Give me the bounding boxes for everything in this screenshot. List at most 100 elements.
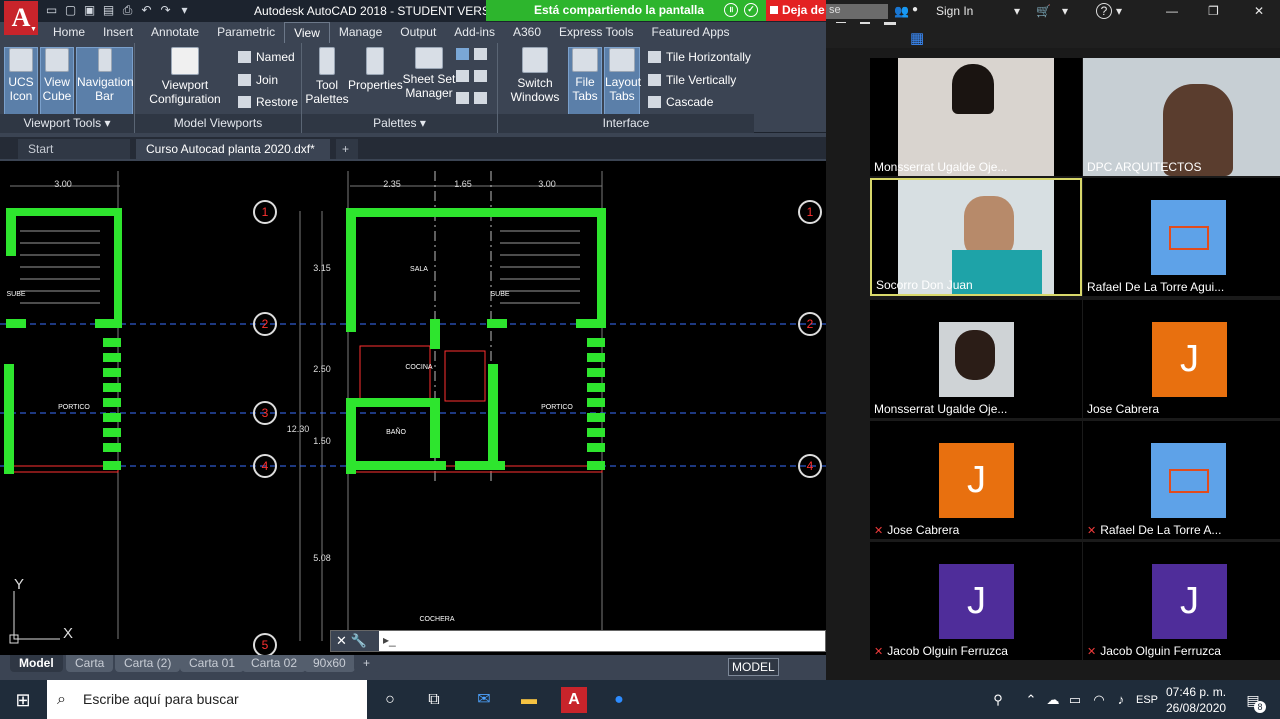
layout-tabs-button[interactable]: Layout Tabs <box>604 47 641 115</box>
people-icon[interactable]: ⚲ <box>985 687 1011 713</box>
app-menu-chevron-icon[interactable]: ▼ <box>30 26 37 33</box>
file-explorer-icon[interactable]: ▬ <box>516 687 542 713</box>
save-as-icon[interactable]: ▤ <box>101 3 116 18</box>
tab-annotate[interactable]: Annotate <box>142 22 208 43</box>
ucs-icon <box>9 48 33 72</box>
participant-name: Jose Cabrera <box>1087 402 1160 416</box>
customize-icon[interactable]: ▾ <box>177 3 192 18</box>
dropdown-chevron-icon[interactable]: ▾ <box>1014 4 1020 18</box>
tab-a360[interactable]: A360 <box>504 22 550 43</box>
cortana-icon[interactable]: ○ <box>377 687 403 713</box>
search-field[interactable]: se <box>826 4 888 19</box>
tool-palettes-button[interactable]: Tool Palettes <box>304 47 350 106</box>
ucs-icon-button[interactable]: UCS Icon <box>4 47 38 115</box>
layout-tab-carta-2[interactable]: Carta (2) <box>115 655 181 672</box>
panel-title-palettes[interactable]: Palettes ▾ <box>302 114 497 133</box>
new-file-icon[interactable]: ▭ <box>44 3 59 18</box>
viewport-icon <box>171 47 199 75</box>
named-button[interactable]: Named <box>238 50 295 64</box>
tab-add-ins[interactable]: Add-ins <box>445 22 504 43</box>
tab-featured-apps[interactable]: Featured Apps <box>643 22 739 43</box>
view-cube-button[interactable]: View Cube <box>40 47 74 115</box>
tab-home[interactable]: Home <box>44 22 94 43</box>
stop-share-button[interactable]: Deja de <box>766 0 826 21</box>
cascade-button[interactable]: Cascade <box>648 95 713 109</box>
window-close-icon[interactable]: ✕ <box>1254 4 1264 18</box>
participant-name-row: ✕ Jose Cabrera <box>874 523 959 537</box>
layout-tab-carta[interactable]: Carta <box>66 655 114 672</box>
battery-icon[interactable]: ▭ <box>1062 687 1088 713</box>
security-check-icon[interactable]: ✓ <box>744 3 758 17</box>
panel-title-viewport-tools[interactable]: Viewport Tools ▾ <box>0 114 134 133</box>
autocad-taskbar-icon[interactable]: A <box>561 687 587 713</box>
tab-parametric[interactable]: Parametric <box>208 22 284 43</box>
sign-in-link[interactable]: Sign In <box>936 4 973 18</box>
pause-share-icon[interactable]: ॥ <box>724 3 738 17</box>
palette-small-icon-3[interactable] <box>456 91 492 105</box>
tile-vertically-button[interactable]: Tile Vertically <box>648 73 736 87</box>
tab-manage[interactable]: Manage <box>330 22 391 43</box>
gallery-grid-icon[interactable]: ▦ <box>910 31 924 46</box>
navigation-bar-button[interactable]: Navigation Bar <box>76 47 134 115</box>
file-tab-drawing[interactable]: Curso Autocad planta 2020.dxf* × <box>136 139 330 176</box>
participant-tile[interactable]: Monsserrat Ugalde Oje... <box>870 300 1082 418</box>
language-indicator[interactable]: ESP <box>1130 687 1164 713</box>
palette-small-icon-1[interactable] <box>456 47 492 61</box>
cart-icon[interactable]: 🛒 <box>1036 4 1051 18</box>
taskbar-search-box[interactable]: ⌕ Escribe aquí para buscar <box>47 680 367 719</box>
redo-icon[interactable]: ↷ <box>158 3 173 18</box>
tab-express-tools[interactable]: Express Tools <box>550 22 642 43</box>
tab-output[interactable]: Output <box>391 22 445 43</box>
layout-tab-90x60[interactable]: 90x60 <box>304 655 355 672</box>
layout-tab-carta-02[interactable]: Carta 02 <box>242 655 307 672</box>
switch-windows-button[interactable]: Switch Windows <box>506 47 564 104</box>
participant-tile[interactable]: J ✕ Jacob Olguin Ferruzca <box>1083 542 1280 660</box>
participant-tile[interactable]: DPC ARQUITECTOS <box>1083 58 1280 176</box>
open-folder-icon[interactable]: ▢ <box>63 3 78 18</box>
properties-button[interactable]: Properties <box>348 47 403 92</box>
clock[interactable]: 07:46 p. m. 26/08/2020 <box>1166 684 1226 716</box>
user-icon[interactable]: ● <box>912 4 918 15</box>
palette-small-icon-2[interactable] <box>456 69 492 83</box>
save-icon[interactable]: ▣ <box>82 3 97 18</box>
tab-insert[interactable]: Insert <box>94 22 142 43</box>
task-view-icon[interactable]: ⧉ <box>421 687 447 713</box>
layout-tab-model[interactable]: Model <box>10 655 63 672</box>
layout-tab-carta-01[interactable]: Carta 01 <box>180 655 245 672</box>
help-icon[interactable]: ? <box>1096 3 1112 19</box>
windows-start-icon[interactable]: ⊞ <box>10 687 36 713</box>
file-tab-start[interactable]: Start <box>18 139 130 159</box>
wrench-icon[interactable]: 🔧 <box>351 633 367 648</box>
close-icon[interactable]: ✕ <box>336 633 347 648</box>
participant-tile[interactable]: J Jose Cabrera <box>1083 300 1280 418</box>
restore-button[interactable]: Restore <box>238 95 298 109</box>
undo-icon[interactable]: ↶ <box>139 3 154 18</box>
command-line[interactable]: ✕ 🔧 ▸_ <box>330 630 826 652</box>
participant-tile[interactable]: ✕ Rafael De La Torre A... <box>1083 421 1280 539</box>
cart-chevron-icon[interactable]: ▾ <box>1062 4 1068 18</box>
participant-tile[interactable]: Monsserrat Ugalde Oje... <box>870 58 1082 176</box>
contacts-icon[interactable]: 👥 <box>894 4 909 18</box>
stop-square-icon <box>770 6 778 14</box>
participant-tile[interactable]: Rafael De La Torre Agui... <box>1083 178 1280 296</box>
drawing-area[interactable]: 1 2 3 4 5 1 2 4 3.00 2.35 1.65 3.00 3.15… <box>0 161 826 655</box>
add-layout-button[interactable]: + <box>354 655 380 672</box>
sheet-set-manager-button[interactable]: Sheet Set Manager <box>402 47 456 100</box>
new-tab-button[interactable]: + <box>336 139 358 159</box>
tile-horizontally-button[interactable]: Tile Horizontally <box>648 50 751 64</box>
participant-tile-active-speaker[interactable]: Socorro Don Juan <box>870 178 1082 296</box>
window-restore-icon[interactable]: ❐ <box>1208 4 1219 18</box>
window-minimize-icon[interactable]: — <box>1166 4 1178 18</box>
help-chevron-icon[interactable]: ▾ <box>1116 4 1122 18</box>
participant-tile[interactable]: J ✕ Jacob Olguin Ferruzca <box>870 542 1082 660</box>
tab-view[interactable]: View <box>284 22 330 43</box>
join-button[interactable]: Join <box>238 73 278 87</box>
file-tabs-button[interactable]: File Tabs <box>568 47 602 115</box>
file-tab-start-label: Start <box>28 142 54 156</box>
zoom-taskbar-icon[interactable]: ● <box>606 687 632 713</box>
participant-tile[interactable]: J ✕ Jose Cabrera <box>870 421 1082 539</box>
model-space-toggle[interactable]: MODEL <box>728 658 779 676</box>
viewport-configuration-button[interactable]: Viewport Configuration <box>145 47 225 106</box>
print-icon[interactable]: ⎙ <box>120 3 135 18</box>
mail-icon[interactable]: ✉ <box>471 687 497 713</box>
